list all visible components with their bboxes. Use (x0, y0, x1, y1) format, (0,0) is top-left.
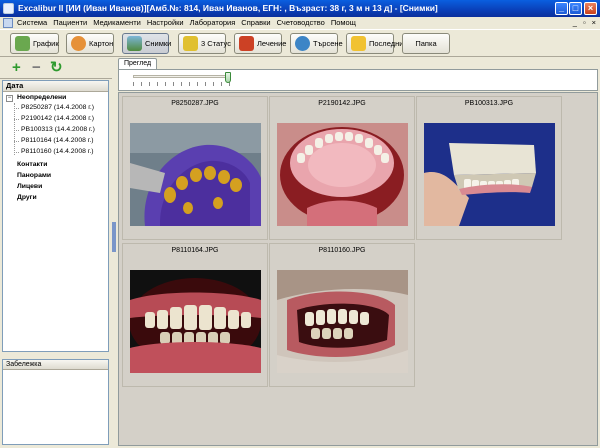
minimize-button[interactable]: _ (555, 2, 568, 15)
tree-leaf[interactable]: P2190142 (14.4.2008 г.) (21, 115, 94, 122)
title-bar: Excalibur II [ИИ (Иван Иванов)][Амб.№: 8… (0, 0, 600, 17)
photo-tile[interactable]: P8110164.JPG (122, 243, 268, 387)
tree-toolbar: + − ↻ (0, 57, 112, 79)
tree-node-contacts[interactable]: Контакти (17, 161, 47, 168)
photo-filename: P8110164.JPG (171, 247, 219, 254)
search-button[interactable]: Търсене (290, 33, 343, 54)
left-panel: + − ↻ Дата − Неопределени P8250287 (14.4… (0, 57, 112, 448)
photo-tile[interactable]: P8250287.JPG (122, 96, 268, 240)
close-button[interactable]: × (584, 2, 597, 15)
note-field[interactable] (3, 370, 108, 444)
tree-node-other[interactable]: Други (17, 194, 37, 201)
menu-item-system[interactable]: Система (17, 18, 47, 27)
menu-item-laboratory[interactable]: Лаборатория (190, 18, 236, 27)
add-icon[interactable]: + (12, 60, 21, 75)
photo-filename: P8250287.JPG (171, 100, 219, 107)
treatment-button[interactable]: Лечение (234, 33, 286, 54)
note-panel: Забележка (2, 359, 109, 445)
photo-image[interactable] (424, 123, 555, 226)
menu-item-help[interactable]: Помощ (331, 18, 356, 27)
photo-filename: P8110160.JPG (318, 247, 366, 254)
zoom-slider-track[interactable] (133, 75, 231, 78)
tree-leaf[interactable]: P8110164 (14.4.2008 г.) (21, 137, 94, 144)
photo-filename: P2190142.JPG (318, 100, 366, 107)
patient-card-button[interactable]: Картон (66, 33, 114, 54)
zoom-slider-panel (118, 69, 598, 91)
tooth-status-button[interactable]: 3 Статус (178, 33, 231, 54)
maximize-button[interactable]: □ (569, 2, 582, 15)
recent-button[interactable]: Последни (346, 33, 403, 54)
main-toolbar: График Картон Снимки 3 Статус Лечение Тъ… (0, 29, 600, 57)
calendar-icon (15, 36, 30, 51)
tree-node-undefined[interactable]: Неопределени (17, 94, 66, 101)
refresh-icon[interactable]: ↻ (50, 60, 63, 75)
tree-node-panoramas[interactable]: Панорами (17, 172, 51, 179)
menu-item-reports[interactable]: Справки (241, 18, 270, 27)
photo-tile[interactable]: P2190142.JPG (269, 96, 415, 240)
photo-tree[interactable]: Дата − Неопределени P8250287 (14.4.2008 … (2, 80, 109, 352)
tab-preview[interactable]: Преглед (118, 58, 158, 69)
photos-button[interactable]: Снимки (122, 33, 171, 54)
tree-leaf[interactable]: PB100313 (14.4.2008 г.) (21, 126, 95, 133)
photo-filename: PB100313.JPG (464, 100, 514, 107)
tooth-status-icon (183, 36, 198, 51)
menu-item-medications[interactable]: Медикаменти (93, 18, 141, 27)
remove-icon[interactable]: − (32, 60, 41, 75)
menu-bar: Система Пациенти Медикаменти Настройки Л… (0, 17, 600, 29)
tree-leaf[interactable]: P8110160 (14.4.2008 г.) (21, 148, 94, 155)
photo-tile[interactable]: P8110160.JPG (269, 243, 415, 387)
menu-item-patients[interactable]: Пациенти (53, 18, 87, 27)
document-icon[interactable] (3, 18, 13, 28)
photo-image[interactable] (130, 123, 261, 226)
zoom-slider-thumb[interactable] (225, 72, 231, 83)
recent-icon (351, 36, 366, 51)
folder-button[interactable]: Папка (402, 33, 450, 54)
mdi-close-button[interactable]: × (592, 18, 596, 27)
photo-image[interactable] (277, 123, 408, 226)
photo-tile[interactable]: PB100313.JPG (416, 96, 562, 240)
app-icon[interactable] (3, 3, 14, 14)
note-header: Забележка (3, 360, 108, 370)
menu-item-settings[interactable]: Настройки (147, 18, 184, 27)
menu-item-accounting[interactable]: Счетоводство (277, 18, 325, 27)
tree-leaf[interactable]: P8250287 (14.4.2008 г.) (21, 104, 94, 111)
search-icon (295, 36, 310, 51)
photos-icon (127, 36, 142, 51)
collapse-icon[interactable]: − (6, 95, 13, 102)
tree-column-header[interactable]: Дата (3, 81, 108, 92)
treatment-icon (239, 36, 254, 51)
patient-card-icon (71, 36, 86, 51)
right-panel: Преглед P8250287.JPG P2190142.JPG PB1003… (116, 57, 600, 448)
photo-grid: P8250287.JPG P2190142.JPG PB100313.JPG P… (118, 92, 598, 446)
mdi-restore-button[interactable]: ▫ (583, 18, 586, 27)
window-title: Excalibur II [ИИ (Иван Иванов)][Амб.№: 8… (18, 3, 438, 13)
tree-node-facial[interactable]: Лицеви (17, 183, 42, 190)
zoom-slider-ticks (133, 82, 231, 86)
photo-image[interactable] (277, 270, 408, 373)
mdi-minimize-button[interactable]: _ (573, 18, 577, 27)
photo-image[interactable] (130, 270, 261, 373)
schedule-button[interactable]: График (10, 33, 59, 54)
